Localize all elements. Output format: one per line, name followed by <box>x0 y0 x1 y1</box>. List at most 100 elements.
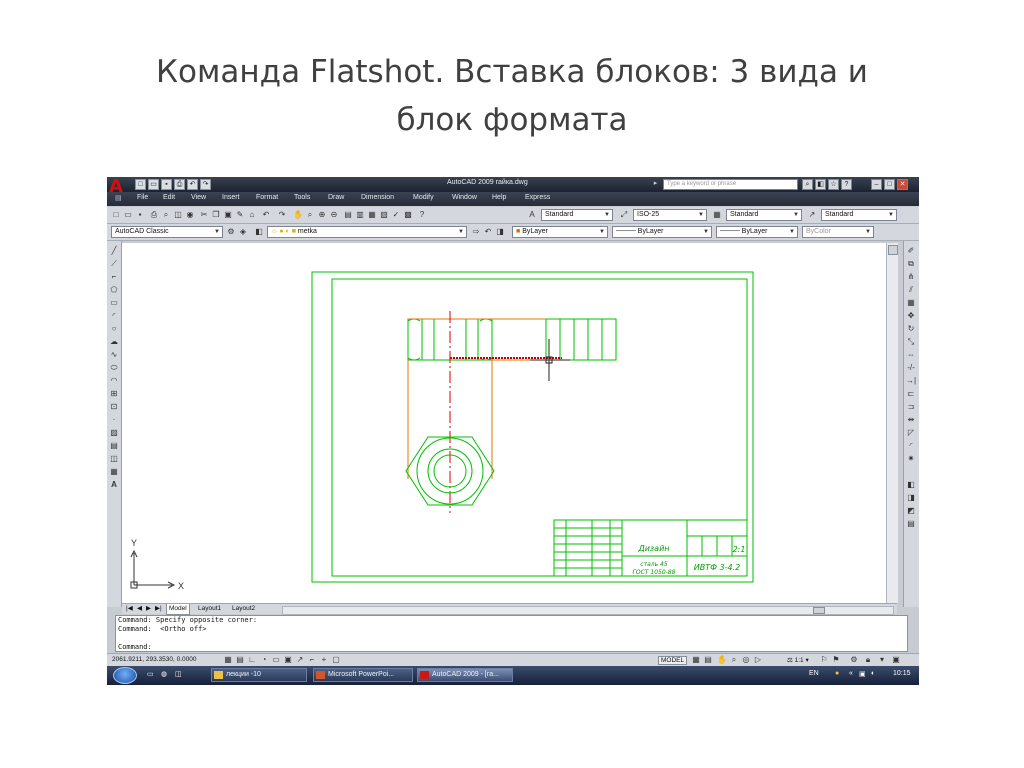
grid-display-icon[interactable]: ▤ <box>235 655 245 665</box>
chamfer-icon[interactable]: ◸ <box>905 427 917 439</box>
text-style-icon[interactable]: A <box>527 210 537 220</box>
menu-express[interactable]: Express <box>525 194 550 201</box>
print-icon[interactable]: ⎙ <box>174 179 185 190</box>
table-style-select[interactable]: Standard ▼ <box>726 209 802 221</box>
menu-view[interactable]: View <box>191 194 206 201</box>
dim-style-select[interactable]: ISO-25 ▼ <box>633 209 707 221</box>
close-icon[interactable]: ✕ <box>897 179 908 190</box>
toolbar-lock-icon[interactable]: 🔒︎ <box>863 655 873 665</box>
dim-style-icon[interactable]: ⤢ <box>619 210 629 220</box>
qnew-icon[interactable]: □ <box>111 210 121 220</box>
paste-icon[interactable]: ▣ <box>223 210 233 220</box>
next-tab-arrow-icon[interactable]: ▶ <box>144 604 153 614</box>
tool-palettes-icon[interactable]: ▦ <box>367 210 377 220</box>
quick-launch-ie-icon[interactable]: ◍ <box>161 670 167 678</box>
fillet-icon[interactable]: ◜ <box>905 440 917 452</box>
dynamic-input-icon[interactable]: ⌐ <box>307 655 317 665</box>
multileader-style-icon[interactable]: ↗ <box>807 210 817 220</box>
extend-icon[interactable]: →| <box>905 375 917 387</box>
scale-icon[interactable]: ⤡ <box>905 336 917 348</box>
sheet-set-icon[interactable]: ▧ <box>379 210 389 220</box>
snap-mode-icon[interactable]: ▦ <box>223 655 233 665</box>
pan-status-icon[interactable]: ✋ <box>717 655 727 665</box>
zoom-window-icon[interactable]: ⊕ <box>317 210 327 220</box>
maximize-icon[interactable]: □ <box>884 179 895 190</box>
minimize-icon[interactable]: ‒ <box>871 179 882 190</box>
clock[interactable]: 10:15 <box>893 670 911 677</box>
show-desktop-icon[interactable]: ▭ <box>147 670 154 678</box>
hatch-icon[interactable]: ▨ <box>108 427 120 439</box>
array-icon[interactable]: ▦ <box>905 297 917 309</box>
tray-network-icon[interactable]: ▣ <box>859 670 866 678</box>
first-tab-arrow-icon[interactable]: |◀ <box>124 604 135 614</box>
menu-modify[interactable]: Modify <box>413 194 434 201</box>
explode-icon[interactable]: ✷ <box>905 453 917 465</box>
workspace-select[interactable]: AutoCAD Classic ▼ <box>111 226 223 238</box>
send-to-back-icon[interactable]: ◩ <box>905 505 917 517</box>
menu-file[interactable]: File <box>137 194 148 201</box>
taskbar-item-autocad[interactable]: AutoCAD 2009 - [га... <box>417 668 513 682</box>
rectangle-icon[interactable]: ▭ <box>108 297 120 309</box>
document-icon[interactable]: ▤ <box>115 194 122 202</box>
linetype-select[interactable]: ──── ByLayer ▼ <box>612 226 712 238</box>
prev-tab-arrow-icon[interactable]: ◀ <box>135 604 144 614</box>
tray-arrow-icon[interactable]: « <box>849 670 853 677</box>
open-file-icon[interactable]: ▭ <box>148 179 159 190</box>
block-editor-icon[interactable]: ⌂ <box>247 210 257 220</box>
tray-alert-icon[interactable]: ● <box>835 670 839 677</box>
help-search-input[interactable]: Type a keyword or phrase <box>663 179 798 190</box>
workspace-save-icon[interactable]: ◈ <box>238 227 248 237</box>
layer-select[interactable]: ☼ ● ◐ ■ metka ▼ <box>267 226 467 238</box>
layer-manager-icon[interactable]: ◧ <box>254 227 264 237</box>
color-select[interactable]: ■ ByLayer ▼ <box>512 226 608 238</box>
menu-tools[interactable]: Tools <box>294 194 310 201</box>
dynamic-ucs-icon[interactable]: ↗ <box>295 655 305 665</box>
trim-icon[interactable]: -/- <box>905 362 917 374</box>
match-properties-icon[interactable]: ✎ <box>235 210 245 220</box>
publish-icon[interactable]: ◫ <box>173 210 183 220</box>
layer-previous-icon[interactable]: ↶ <box>483 227 493 237</box>
plot-preview-icon[interactable]: ⌕ <box>161 210 171 220</box>
tab-layout1[interactable]: Layout1 <box>196 604 223 614</box>
status-bar-menu-icon[interactable]: ▾ <box>877 655 887 665</box>
annotation-scale[interactable]: ⚖ 1:1 ▾ <box>787 656 809 664</box>
plot-icon[interactable]: ⎙ <box>149 210 159 220</box>
save-toolbar-icon[interactable]: ▪ <box>135 210 145 220</box>
help-toolbar-icon[interactable]: ? <box>417 210 427 220</box>
zoom-realtime-icon[interactable]: ⌕ <box>305 210 315 220</box>
command-window[interactable]: Command: Specify opposite corner: Comman… <box>115 615 908 652</box>
circle-icon[interactable]: ○ <box>108 323 120 335</box>
draw-order-icon[interactable]: ◧ <box>905 479 917 491</box>
menu-draw[interactable]: Draw <box>328 194 344 201</box>
text-to-front-icon[interactable]: ▤ <box>905 518 917 530</box>
menu-window[interactable]: Window <box>452 194 477 201</box>
line-icon[interactable]: ╱ <box>108 245 120 257</box>
redo-icon[interactable]: ↷ <box>200 179 211 190</box>
ellipse-icon[interactable]: ⬭ <box>108 362 120 374</box>
properties-icon[interactable]: ▤ <box>343 210 353 220</box>
revision-cloud-icon[interactable]: ☁ <box>108 336 120 348</box>
vertical-scrollbar[interactable] <box>886 243 898 603</box>
tab-model[interactable]: Model <box>166 604 190 615</box>
zoom-previous-icon[interactable]: ⊖ <box>329 210 339 220</box>
design-center-icon[interactable]: ▥ <box>355 210 365 220</box>
object-snap-tracking-icon[interactable]: ▣ <box>283 655 293 665</box>
cut-icon[interactable]: ✂ <box>199 210 209 220</box>
lineweight-toggle-icon[interactable]: + <box>319 655 329 665</box>
spline-icon[interactable]: ∿ <box>108 349 120 361</box>
menu-format[interactable]: Format <box>256 194 278 201</box>
last-tab-arrow-icon[interactable]: ▶| <box>153 604 164 614</box>
polyline-icon[interactable]: ⌐ <box>108 271 120 283</box>
horizontal-scroll-thumb[interactable] <box>813 607 825 614</box>
make-object-layer-current-icon[interactable]: ⇨ <box>471 227 481 237</box>
table-icon[interactable]: ▦ <box>108 466 120 478</box>
region-icon[interactable]: ◫ <box>108 453 120 465</box>
tab-layout2[interactable]: Layout2 <box>230 604 257 614</box>
menu-edit[interactable]: Edit <box>163 194 175 201</box>
multileader-style-select[interactable]: Standard ▼ <box>821 209 897 221</box>
offset-icon[interactable]: ⫽ <box>905 284 917 296</box>
open-icon[interactable]: ▭ <box>123 210 133 220</box>
undo-toolbar-icon[interactable]: ↶ <box>261 210 271 220</box>
taskbar-item-folder[interactable]: лекции -10 <box>211 668 307 682</box>
workspace-switching-icon[interactable]: ⚙ <box>849 655 859 665</box>
